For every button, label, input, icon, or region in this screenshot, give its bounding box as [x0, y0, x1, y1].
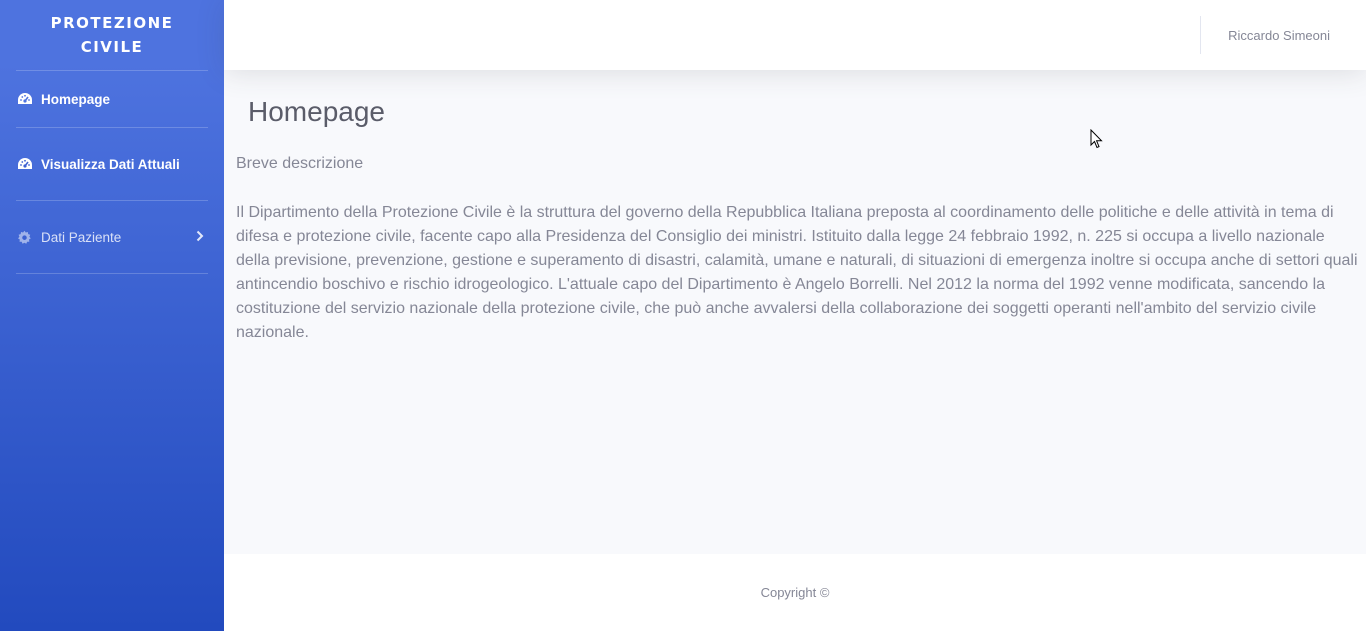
page-title: Homepage [248, 96, 385, 127]
sidebar: PROTEZIONE CIVILE Homepage Visualizza Da… [0, 0, 224, 631]
description-title: Breve descrizione [236, 155, 364, 172]
footer: Copyright © [224, 554, 1366, 631]
copyright-text: Copyright © [760, 585, 830, 600]
sidebar-item-dati-paziente[interactable]: Dati Paziente [0, 201, 224, 273]
brand-line-1: PROTEZIONE [50, 14, 174, 32]
sidebar-item-label: Homepage [41, 91, 111, 107]
gear-icon [16, 229, 33, 246]
sidebar-brand[interactable]: PROTEZIONE CIVILE [0, 0, 224, 70]
sidebar-item-label: Visualizza Dati Attuali [41, 156, 180, 172]
user-menu[interactable]: Riccardo Simeoni [1228, 28, 1330, 43]
sidebar-divider [16, 273, 208, 274]
brand-line-2: CIVILE [80, 38, 144, 56]
sidebar-item-label: Dati Paziente [41, 229, 122, 245]
tachometer-icon [16, 91, 33, 108]
sidebar-item-visualizza-dati[interactable]: Visualizza Dati Attuali [0, 128, 224, 200]
tachometer-icon [16, 156, 33, 173]
topbar-divider [1200, 16, 1201, 54]
topbar: Riccardo Simeoni [224, 0, 1366, 70]
mouse-cursor-icon [1090, 129, 1103, 149]
sidebar-item-homepage[interactable]: Homepage [0, 71, 224, 127]
description-body: Il Dipartimento della Protezione Civile … [236, 204, 1358, 341]
chevron-right-icon [196, 229, 204, 245]
main-content: Homepage Breve descrizione Il Dipartimen… [224, 70, 1366, 554]
